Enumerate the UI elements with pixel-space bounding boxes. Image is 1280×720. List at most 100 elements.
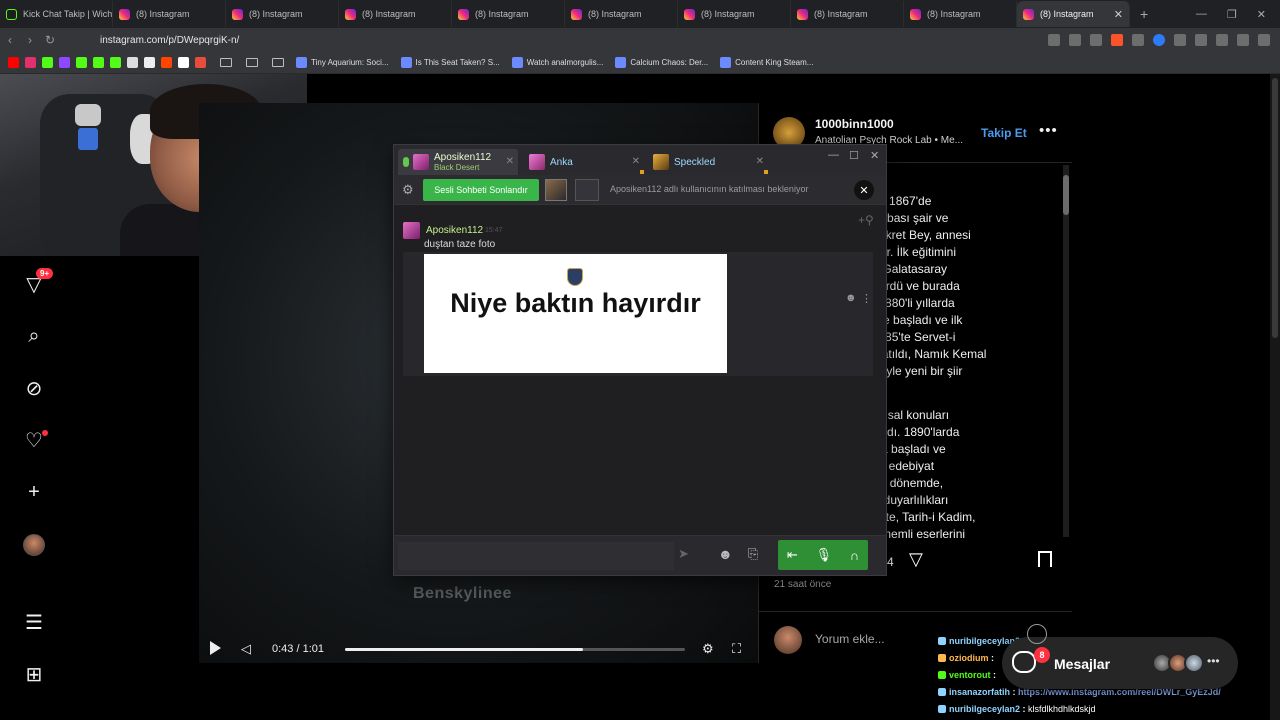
browser-tab[interactable]: Kick Chat Takip | Wich [0, 1, 113, 27]
tab-label: (8) Instagram [701, 9, 755, 19]
avatar[interactable] [403, 222, 420, 239]
extension-icon[interactable] [1153, 34, 1165, 46]
extension-icon[interactable] [1132, 34, 1144, 46]
caption-scrollbar[interactable] [1063, 165, 1069, 537]
browser-tab-active[interactable]: (8) Instagram ✕ [1017, 1, 1130, 27]
share-icon[interactable]: ▽ [909, 549, 923, 570]
leave-call-icon[interactable]: ⇤ [787, 547, 798, 563]
back-icon[interactable]: ‹ [0, 33, 20, 47]
youtube-icon[interactable] [8, 57, 19, 68]
close-tab-icon[interactable]: ✕ [632, 156, 640, 167]
more-menu-icon[interactable]: ☰ [22, 610, 46, 634]
parler-icon[interactable] [178, 57, 189, 68]
browser-tab[interactable]: (8) Instagram [565, 1, 678, 27]
bookmark-item[interactable]: Tiny Aquarium: Soci... [296, 57, 389, 68]
message-image[interactable]: Niye baktın hayırdır [424, 254, 727, 373]
kick-icon[interactable] [93, 57, 104, 68]
scrollbar-thumb[interactable] [1272, 78, 1278, 338]
browser-tab[interactable]: (8) Instagram [339, 1, 452, 27]
comment-input[interactable]: Yorum ekle... [815, 632, 885, 646]
cast-icon[interactable] [1048, 34, 1060, 46]
message-input[interactable] [398, 542, 674, 570]
chat-tab-aposiken112[interactable]: Aposiken112 Black Desert ✕ [398, 149, 518, 175]
chat-tab-speckled[interactable]: Speckled ✕ [648, 149, 768, 175]
instagram-icon[interactable] [25, 57, 36, 68]
menu-icon[interactable] [1258, 34, 1270, 46]
explore-icon[interactable]: ⊘ [22, 376, 46, 400]
minimize-icon[interactable]: — [1196, 8, 1207, 21]
author-username[interactable]: 1000binn1000 [815, 117, 894, 131]
headset-icon[interactable]: ∩ [850, 548, 859, 563]
kick-icon[interactable] [42, 57, 53, 68]
bookmark-item[interactable]: Watch analmorgulis... [511, 57, 603, 68]
close-icon[interactable]: ✕ [854, 180, 874, 200]
share-page-icon[interactable] [1090, 34, 1102, 46]
attach-icon[interactable]: ⎘ [748, 546, 758, 562]
settings-icon[interactable]: ⚙ [702, 641, 714, 657]
bookmark-item[interactable]: Calcium Chaos: Der... [615, 57, 708, 68]
twitch-icon[interactable] [59, 57, 70, 68]
message-author[interactable]: Aposiken112 [426, 225, 483, 236]
kick-icon[interactable] [110, 57, 121, 68]
extension-icon[interactable] [1174, 34, 1186, 46]
search-icon[interactable]: ⌕ [22, 324, 46, 348]
folder-icon[interactable] [272, 58, 284, 67]
messages-button[interactable]: 8 Mesajlar ••• [1002, 637, 1238, 689]
close-tab-icon[interactable]: ✕ [756, 156, 764, 167]
zoom-icon[interactable] [1069, 34, 1081, 46]
video-progress-bar[interactable] [345, 648, 685, 651]
close-window-icon[interactable]: ✕ [1257, 8, 1266, 21]
browser-tab[interactable]: (8) Instagram [791, 1, 904, 27]
bookmark-item[interactable]: Content King Steam... [720, 57, 813, 68]
more-options-icon[interactable]: ••• [1039, 122, 1058, 139]
apps-grid-icon[interactable]: ⊞ [22, 662, 46, 686]
reload-icon[interactable]: ↻ [40, 33, 60, 47]
brave-shield-icon[interactable] [1111, 34, 1123, 46]
folder-icon[interactable] [246, 58, 258, 67]
extension-icon[interactable] [1195, 34, 1207, 46]
browser-tab[interactable]: (8) Instagram [113, 1, 226, 27]
anchor-icon[interactable] [127, 57, 138, 68]
close-window-icon[interactable]: ✕ [870, 149, 879, 162]
close-tab-icon[interactable]: ✕ [506, 156, 514, 167]
add-friend-icon[interactable]: +⚲ [858, 213, 874, 227]
emoji-icon[interactable] [1027, 624, 1047, 644]
x-icon[interactable] [144, 57, 155, 68]
new-tab-button[interactable]: + [1130, 6, 1148, 22]
emoji-icon[interactable]: ☻ [718, 546, 733, 562]
url-field[interactable]: instagram.com/p/DWepqrgiK-n/ [100, 35, 239, 46]
send-icon[interactable]: ➤ [678, 546, 689, 562]
bookmark-icon[interactable] [1038, 551, 1052, 567]
folder-icon[interactable] [220, 58, 232, 67]
end-voice-chat-button[interactable]: Sesli Sohbeti Sonlandır [423, 179, 539, 201]
maximize-icon[interactable]: ❐ [1227, 8, 1237, 21]
microphone-icon[interactable]: 🎙 [816, 547, 833, 563]
browser-tab[interactable]: (8) Instagram [452, 1, 565, 27]
chat-tab-game: Black Desert [434, 163, 480, 172]
pinterest-icon[interactable] [195, 57, 206, 68]
create-icon[interactable]: + [22, 480, 46, 504]
profile-avatar[interactable] [23, 534, 45, 556]
gear-icon[interactable]: ⚙ [402, 182, 414, 198]
scrollbar-thumb[interactable] [1063, 175, 1069, 215]
kick-icon[interactable] [76, 57, 87, 68]
play-icon[interactable] [210, 641, 221, 655]
chat-tab-anka[interactable]: Anka ✕ [524, 149, 644, 175]
playlist-icon[interactable] [1237, 34, 1249, 46]
page-scrollbar[interactable] [1270, 74, 1280, 720]
bookmark-item[interactable]: Is This Seat Taken? S... [400, 57, 500, 68]
forward-icon[interactable]: › [20, 33, 40, 47]
follow-button[interactable]: Takip Et [981, 126, 1027, 140]
close-tab-icon[interactable]: ✕ [1114, 8, 1123, 21]
reddit-icon[interactable] [161, 57, 172, 68]
extensions-menu-icon[interactable] [1216, 34, 1228, 46]
minimize-icon[interactable]: — [828, 149, 839, 161]
browser-tab[interactable]: (8) Instagram [904, 1, 1017, 27]
maximize-icon[interactable]: ☐ [849, 149, 859, 162]
more-options-icon[interactable]: ⋮ [861, 292, 872, 305]
reaction-icon[interactable]: ☻ [845, 292, 857, 304]
browser-tab[interactable]: (8) Instagram [678, 1, 791, 27]
fullscreen-icon[interactable]: ⛶ [732, 641, 741, 657]
browser-tab[interactable]: (8) Instagram [226, 1, 339, 27]
volume-icon[interactable]: ◁ [241, 641, 251, 657]
